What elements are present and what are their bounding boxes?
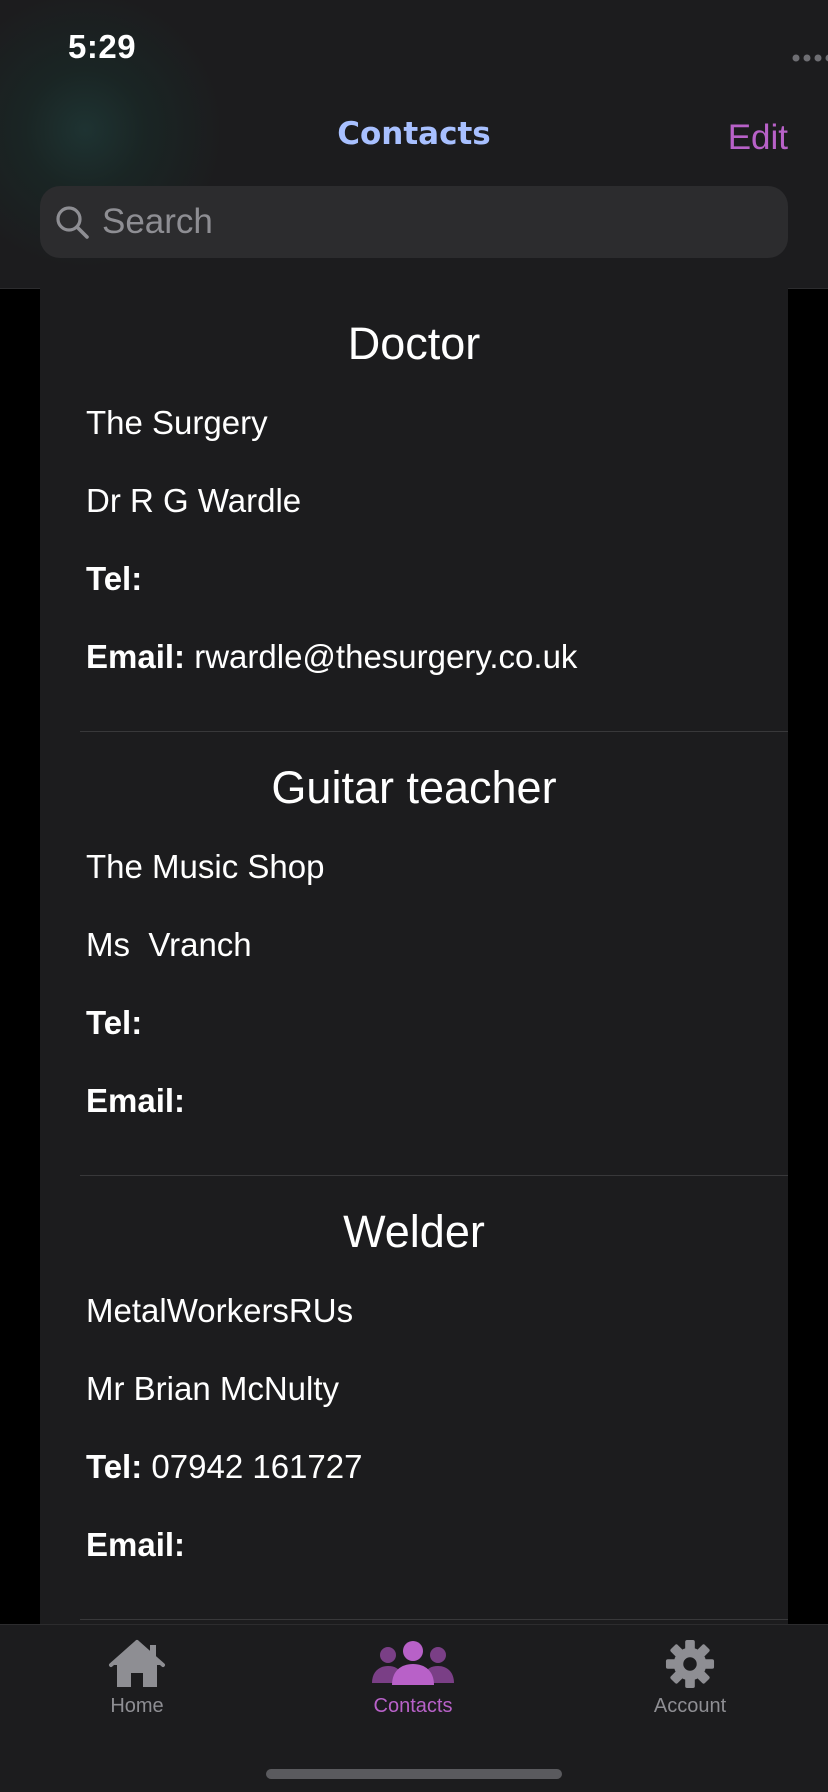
contact-title: Welder — [343, 1206, 485, 1257]
contact-title: Doctor — [347, 318, 481, 369]
contact-tel-row: Tel: 07942 161727 — [86, 1448, 362, 1486]
tab-account[interactable]: Account — [590, 1639, 790, 1739]
contact-company: The Music Shop — [86, 848, 325, 885]
home-indicator — [266, 1769, 562, 1779]
contact-tel-row: Tel: — [86, 1004, 151, 1042]
tel-value[interactable]: 07942 161727 — [151, 1448, 362, 1485]
gear-icon — [665, 1639, 715, 1689]
email-value[interactable]: rwardle@thesurgery.co.uk — [194, 638, 577, 675]
tab-contacts[interactable]: Contacts — [313, 1639, 513, 1739]
people-icon — [372, 1641, 454, 1685]
contact-email-row: Email: rwardle@thesurgery.co.uk — [86, 638, 577, 676]
search-bar[interactable] — [40, 186, 788, 258]
tab-account-label: Account — [653, 1695, 727, 1717]
tab-contacts-label: Contacts — [373, 1695, 453, 1717]
tel-label: Tel: — [86, 1448, 143, 1485]
tel-label: Tel: — [86, 1004, 143, 1041]
email-label: Email: — [86, 1082, 186, 1119]
contact-company: The Surgery — [86, 404, 268, 441]
email-label: Email: — [86, 1526, 186, 1563]
contact-title: Guitar teacher — [271, 762, 557, 813]
page-title: Contacts — [337, 116, 491, 152]
contact-list: Doctor The Surgery Dr R G Wardle Tel: Em… — [40, 288, 788, 1624]
contact-card-doctor[interactable]: Doctor The Surgery Dr R G Wardle Tel: Em… — [40, 288, 788, 732]
search-icon — [56, 206, 89, 239]
contact-name: Mr Brian McNulty — [86, 1370, 340, 1407]
search-input[interactable] — [102, 200, 762, 244]
tab-bar: Home Contacts Account — [0, 1624, 828, 1792]
tel-label: Tel: — [86, 560, 143, 597]
contact-email-row: Email: — [86, 1526, 194, 1564]
cellular-signal-icon — [792, 54, 828, 62]
status-time: 5:29 — [68, 28, 137, 65]
tab-home-label: Home — [110, 1695, 164, 1717]
contact-tel-row: Tel: — [86, 560, 151, 598]
edit-button[interactable]: Edit — [728, 118, 788, 158]
email-label: Email: — [86, 638, 186, 675]
contact-email-row: Email: — [86, 1082, 194, 1120]
contacts-screen: 5:29 Contacts Edit Search Doctor The Sur… — [0, 0, 828, 1792]
contact-card-guitar-teacher[interactable]: Guitar teacher The Music Shop Ms Vranch … — [40, 732, 788, 1176]
navigation-header: 5:29 Contacts Edit — [0, 0, 828, 289]
home-icon — [109, 1640, 165, 1687]
contact-name: Dr R G Wardle — [86, 482, 302, 519]
divider — [80, 1619, 788, 1620]
tab-home[interactable]: Home — [37, 1639, 237, 1739]
contact-name: Ms Vranch — [86, 926, 252, 963]
contact-card-welder[interactable]: Welder MetalWorkersRUs Mr Brian McNulty … — [40, 1176, 788, 1620]
contact-company: MetalWorkersRUs — [86, 1292, 354, 1329]
